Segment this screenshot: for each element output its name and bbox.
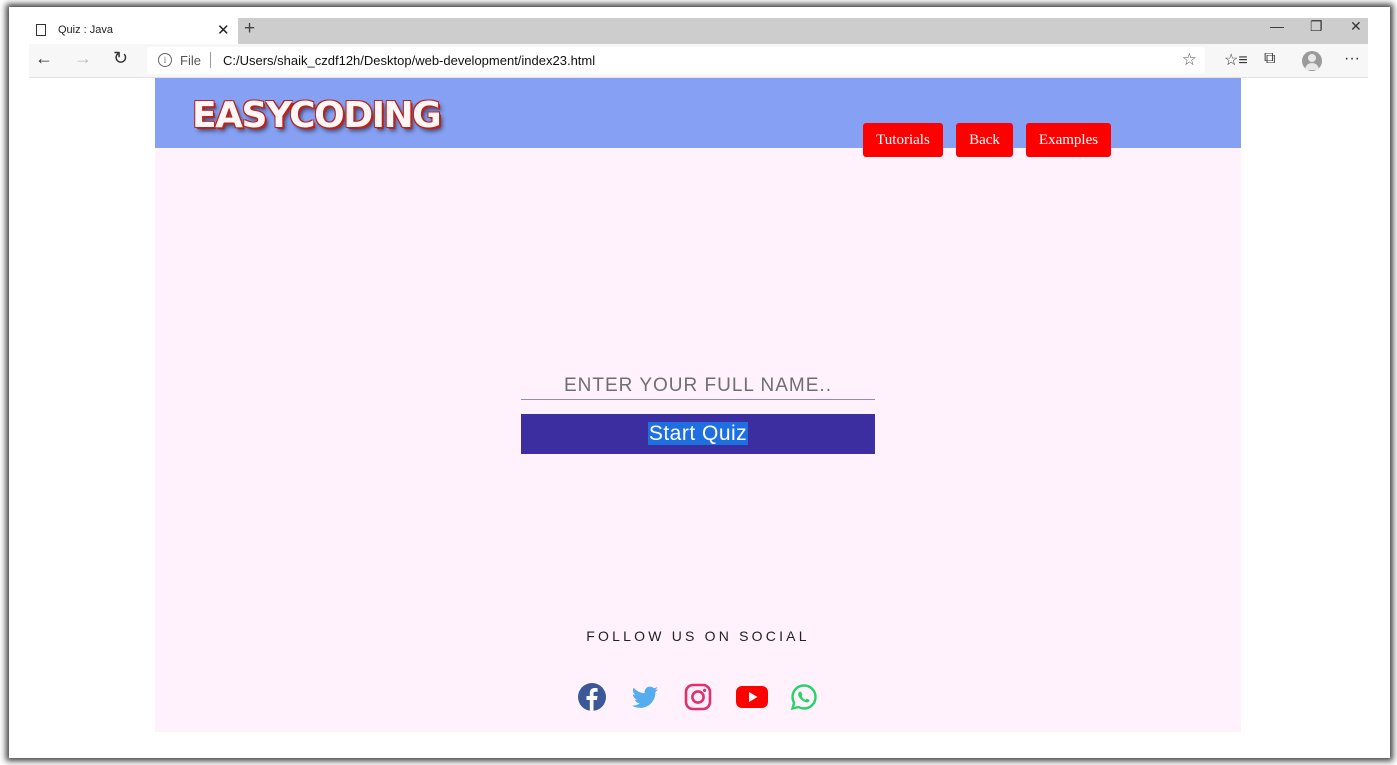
favorite-star-icon[interactable]: ☆: [1182, 50, 1197, 70]
new-tab-button[interactable]: +: [244, 18, 255, 40]
start-quiz-button[interactable]: Start Quiz: [521, 414, 875, 454]
twitter-icon[interactable]: [631, 683, 659, 711]
nav-tutorials-button[interactable]: Tutorials: [863, 123, 943, 157]
site-logo: EASYCODING: [192, 95, 442, 136]
forward-arrow-icon[interactable]: →: [74, 48, 92, 69]
minimize-icon[interactable]: —: [1270, 18, 1284, 34]
more-menu-icon[interactable]: ···: [1344, 50, 1360, 68]
youtube-icon[interactable]: [736, 683, 768, 711]
tab-title: Quiz : Java: [58, 24, 114, 36]
nav-examples-button[interactable]: Examples: [1026, 123, 1111, 157]
address-separator: [210, 52, 211, 68]
whatsapp-icon[interactable]: [790, 683, 818, 711]
start-quiz-label: Start Quiz: [647, 422, 749, 445]
page-icon: [36, 24, 46, 36]
restore-icon[interactable]: ❐: [1310, 18, 1323, 35]
nav-back-button[interactable]: Back: [956, 123, 1013, 157]
address-url[interactable]: C:/Users/shaik_czdf12h/Desktop/web-devel…: [223, 53, 595, 68]
browser-tab[interactable]: Quiz : Java ✕: [29, 18, 238, 44]
profile-avatar[interactable]: [1302, 51, 1322, 71]
info-icon[interactable]: i: [158, 53, 172, 67]
collections-icon[interactable]: ⧉: [1264, 50, 1275, 68]
follow-heading: FOLLOW US ON SOCIAL: [586, 628, 810, 644]
refresh-icon[interactable]: ↻: [113, 48, 128, 69]
back-arrow-icon[interactable]: ←: [35, 48, 53, 69]
facebook-icon[interactable]: [578, 683, 606, 711]
web-page: EASYCODING Tutorials Back Examples Start…: [155, 78, 1241, 732]
tab-close-icon[interactable]: ✕: [217, 21, 230, 39]
address-scheme: File: [180, 53, 201, 68]
favorites-list-icon[interactable]: ☆≡: [1224, 50, 1248, 70]
address-bar[interactable]: i File C:/Users/shaik_czdf12h/Desktop/we…: [147, 47, 1205, 74]
instagram-icon[interactable]: [684, 683, 712, 711]
full-name-input[interactable]: [521, 372, 875, 400]
window-close-icon[interactable]: ✕: [1350, 18, 1362, 35]
